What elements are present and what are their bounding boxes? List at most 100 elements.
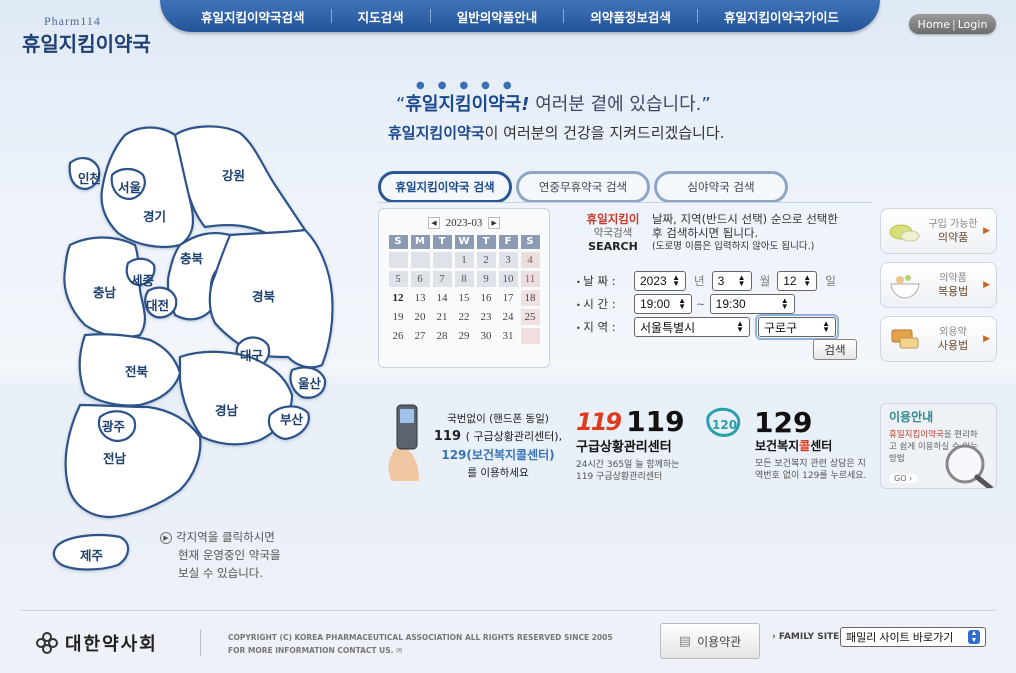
nav-otc-guide[interactable]: 일반의약품안내 [457, 7, 538, 26]
tab-holiday-pharmacy[interactable]: 휴일지킴이약국 검색 [378, 171, 512, 203]
hero-rest: 여러분 곁에 있습니다. [529, 94, 702, 115]
hero2-rest: 이 여러분의 건강을 지켜드리겠습니다. [484, 124, 725, 142]
welfare-129-center: 120 129 보건복지콜센터 모든 보건복지 관련 상담은 지역번호 없이 1… [700, 405, 872, 482]
calendar-day[interactable]: 5 [388, 271, 408, 287]
family-site-label: › FAMILY SITE [772, 632, 840, 642]
tab-24h-pharmacy[interactable]: 연중무휴약국 검색 [516, 171, 650, 203]
month-select[interactable]: 3 ▲ ▼ [711, 271, 752, 291]
phone-info: 국번없이 (핸드폰 동일) 119 ( 구급상황관리센터), 129(보건복지콜… [433, 413, 563, 479]
site-logo[interactable]: Pharm114 휴일지킴이약국 [22, 14, 151, 57]
calendar-empty-cell [410, 252, 430, 268]
footer-separator [200, 630, 201, 656]
tab-underline [378, 202, 872, 203]
calendar-day[interactable]: 21 [433, 309, 452, 325]
calendar-day[interactable]: 20 [411, 309, 430, 325]
map-label-jeonbuk: 전북 [125, 364, 149, 379]
nav-separator [696, 9, 698, 23]
family-site-select[interactable]: 패밀리 사이트 바로가기 ▲ ▼ [840, 627, 986, 647]
calendar-day[interactable]: 8 [454, 271, 474, 287]
calendar-day[interactable]: 11 [520, 271, 540, 287]
map-label-chungbuk: 충북 [180, 251, 204, 266]
nav-drug-info-search[interactable]: 의약품정보검색 [590, 7, 671, 26]
quote-close: ” [701, 94, 711, 115]
district-select[interactable]: 구로구 ▲ ▼ [755, 314, 839, 340]
calendar-day[interactable]: 12 [389, 290, 408, 306]
calendar-prev-button[interactable]: ◀ [427, 217, 440, 229]
usage-guide-box[interactable]: 이용안내 휴일지킴이약국을 편리하고 쉽게 이용하실 수 있는 방법 GO › [880, 403, 997, 489]
map-label-gyeongbuk: 경북 [252, 289, 276, 304]
calendar-day[interactable]: 27 [411, 328, 430, 344]
time-to-select[interactable]: 19:30 ▲ ▼ [709, 294, 795, 314]
home-login-divider: | [952, 17, 956, 31]
usage-go-button[interactable]: GO › [889, 474, 918, 483]
calendar-weekday: S [388, 235, 408, 249]
nav-holiday-pharmacy-search[interactable]: 휴일지킴이약국검색 [201, 7, 305, 26]
calendar-day[interactable]: 25 [520, 309, 540, 325]
calendar-day[interactable]: 19 [389, 309, 408, 325]
calendar-day[interactable]: 28 [433, 328, 452, 344]
home-login-bar: Home | Login [909, 14, 996, 34]
calendar-day[interactable]: 23 [477, 309, 496, 325]
calendar-weekday: M [410, 235, 430, 249]
calendar-day[interactable]: 16 [477, 290, 496, 306]
calendar-day[interactable]: 15 [455, 290, 474, 306]
map-note: ▶ 각지역을 클릭하시면 현재 운영중인 약국을 보실 수 있습니다. [160, 528, 281, 582]
calendar-day[interactable]: 13 [411, 290, 430, 306]
calendar-day[interactable]: 30 [477, 328, 496, 344]
korea-map: 인천 서울 경기 강원 충북 세종 충남 대전 경북 대구 전북 울산 경남 부… [52, 125, 334, 571]
calendar-day[interactable]: 10 [498, 271, 518, 287]
calendar: ◀ 2023-03 ▶ S M T W T F S 1 2 3 4 5 6 7 8 9 10 11 12 13 14 15… [378, 208, 550, 368]
map-label-gyeongnam: 경남 [215, 403, 239, 418]
nav-map-search[interactable]: 지도검색 [358, 7, 404, 26]
logo-subtitle: Pharm114 [44, 14, 101, 28]
external-medicine-button[interactable]: 외용약 사용법 ▶ [880, 316, 997, 362]
calendar-day[interactable]: 1 [454, 252, 474, 268]
calendar-weekday: F [498, 235, 518, 249]
copyright: COPYRIGHT (C) KOREA PHARMACEUTICAL ASSOC… [228, 633, 613, 655]
date-row: 날 짜 : 2023▲▼ 년 3▲▼ 월 12▲▼ 일 [576, 271, 843, 291]
otc-medicine-button[interactable]: 구입 가능한 의약품 ▶ [880, 208, 997, 254]
calendar-day[interactable]: 14 [433, 290, 452, 306]
calendar-next-button[interactable]: ▶ [488, 217, 501, 229]
calendar-day[interactable]: 18 [520, 290, 540, 306]
time-from-select[interactable]: 19:00 ▲ ▼ [634, 294, 692, 314]
updown-icon: ▲ ▼ [672, 273, 680, 288]
search-tabs: 휴일지킴이약국 검색 연중무휴약국 검색 심야약국 검색 [378, 171, 788, 203]
calendar-day[interactable]: 31 [499, 328, 518, 344]
calendar-day[interactable]: 29 [455, 328, 474, 344]
year-select[interactable]: 2023 ▲ ▼ [634, 271, 686, 291]
map-label-busan: 부산 [280, 412, 304, 427]
calendar-day[interactable]: 3 [498, 252, 518, 268]
calendar-day[interactable]: 24 [499, 309, 518, 325]
day-select[interactable]: 12 ▲ ▼ [777, 271, 818, 291]
kpa-logo[interactable]: 대한약사회 [35, 630, 158, 656]
svg-text:120: 120 [712, 418, 737, 432]
hero-line-1: “휴일지킴이약국! 여러분 곁에 있습니다.” [396, 90, 711, 116]
time-row: 시 간 : 19:00▲▼ ~ 19:30▲▼ [576, 294, 795, 314]
search-logo: 휴일지킴이 약국검색 SEARCH [586, 212, 640, 253]
calendar-day[interactable]: 9 [476, 271, 496, 287]
nav-separator [563, 9, 565, 23]
home-link[interactable]: Home [918, 18, 950, 31]
tab-night-pharmacy[interactable]: 심야약국 검색 [654, 171, 788, 203]
document-icon: ▤ [678, 633, 692, 649]
calendar-day[interactable]: 22 [455, 309, 474, 325]
medicine-bowl-icon [887, 268, 923, 302]
mail-icon[interactable]: ✉ [396, 646, 402, 655]
calendar-day[interactable]: 7 [432, 271, 452, 287]
calendar-day[interactable]: 4 [520, 252, 540, 268]
calendar-day[interactable]: 26 [389, 328, 408, 344]
nav-separator [429, 9, 431, 23]
medicine-dosage-button[interactable]: 의약품 복용법 ▶ [880, 262, 997, 308]
calendar-weekday: T [476, 235, 496, 249]
login-link[interactable]: Login [958, 18, 988, 31]
calendar-day[interactable]: 2 [476, 252, 496, 268]
page: Pharm114 휴일지킴이약국 휴일지킴이약국검색 지도검색 일반의약품안내 … [0, 0, 1016, 673]
calendar-day[interactable]: 6 [410, 271, 430, 287]
terms-button[interactable]: ▤ 이용약관 [660, 623, 760, 659]
city-select[interactable]: 서울특별시 ▲ ▼ [634, 317, 750, 337]
nav-pharmacy-guide[interactable]: 휴일지킴이약국가이드 [724, 7, 839, 26]
search-button[interactable]: 검색 [813, 339, 857, 360]
calendar-day[interactable]: 17 [499, 290, 518, 306]
hero-line-2: 휴일지킴이약국이 여러분의 건강을 지켜드리겠습니다. [388, 122, 724, 143]
